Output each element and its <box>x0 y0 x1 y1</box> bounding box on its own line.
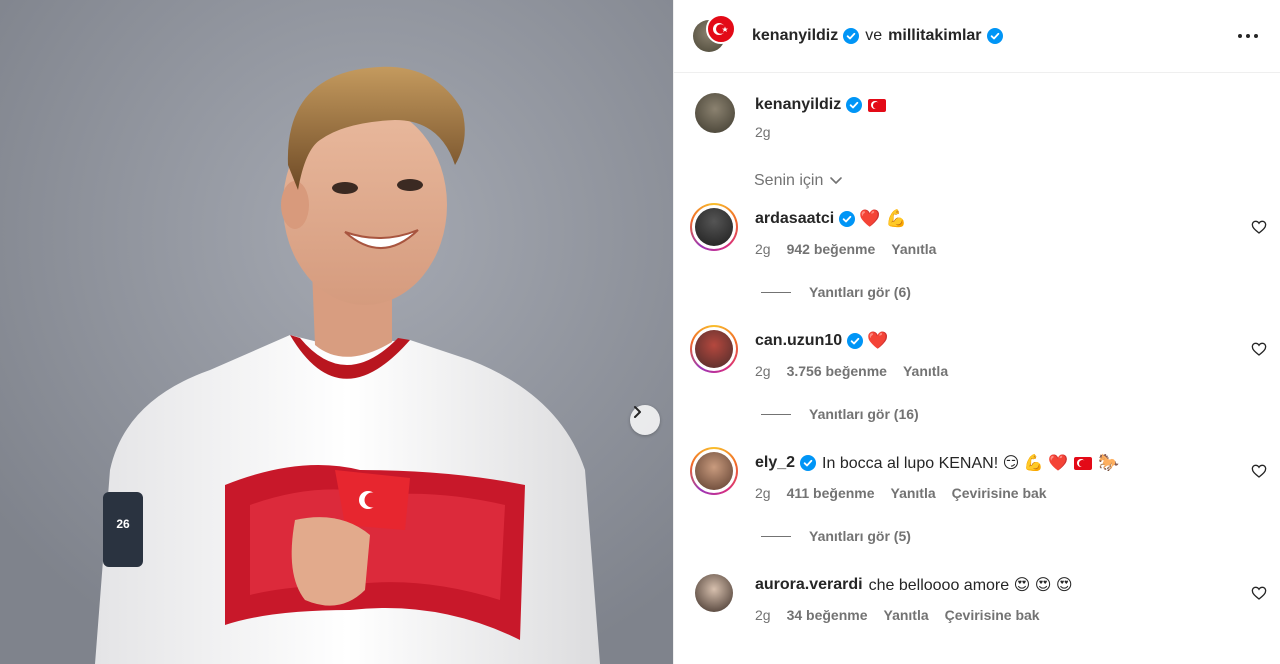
replies-divider <box>761 291 791 293</box>
turkey-flag-icon <box>1074 456 1092 470</box>
see-translation-button[interactable]: Çevirisine bak <box>945 607 1040 623</box>
view-replies-label: Yanıtları gör (5) <box>809 528 911 544</box>
verified-badge-icon <box>800 455 817 471</box>
reply-button[interactable]: Yanıtla <box>884 607 929 623</box>
post-header: kenanyildiz ve millitakimlar <box>674 0 1280 73</box>
header-joiner: ve <box>865 27 883 44</box>
verified-badge-icon <box>846 97 863 113</box>
commenter-avatar[interactable] <box>695 208 733 246</box>
comment-username[interactable]: can.uzun10 <box>755 332 842 350</box>
chevron-down-icon <box>830 177 843 184</box>
comment-username[interactable]: ely_2 <box>755 454 795 472</box>
replies-divider <box>761 535 791 537</box>
verified-badge-icon <box>847 333 864 349</box>
view-replies-button[interactable]: Yanıtları gör (6) <box>761 284 911 300</box>
comment-likes[interactable]: 942 beğenme <box>787 241 876 257</box>
like-heart-icon[interactable] <box>1251 585 1267 601</box>
view-replies-button[interactable]: Yanıtları gör (16) <box>761 406 919 422</box>
collaborator-avatar[interactable] <box>706 14 736 44</box>
header-collaborator-name[interactable]: millitakimlar <box>888 27 981 45</box>
comment-text: ❤️ <box>867 331 889 351</box>
view-replies-label: Yanıtları gör (16) <box>809 406 919 422</box>
like-heart-icon[interactable] <box>1251 219 1267 235</box>
reply-button[interactable]: Yanıtla <box>891 485 936 501</box>
comment-time: 2g <box>755 607 771 623</box>
commenter-avatar[interactable] <box>695 574 733 612</box>
reply-button[interactable]: Yanıtla <box>903 363 948 379</box>
comment-filter-dropdown[interactable]: Senin için <box>754 172 843 190</box>
chevron-right-icon <box>634 406 641 418</box>
verified-badge-icon <box>839 211 856 227</box>
comment-likes[interactable]: 3.756 beğenme <box>787 363 887 379</box>
like-heart-icon[interactable] <box>1251 341 1267 357</box>
view-replies-label: Yanıtları gör (6) <box>809 284 911 300</box>
more-options-button[interactable] <box>1226 24 1270 48</box>
comment-time: 2g <box>755 241 771 257</box>
verified-badge-icon <box>843 28 860 44</box>
commenter-avatar[interactable] <box>695 452 733 490</box>
next-media-button[interactable] <box>630 405 660 435</box>
post-detail-panel: kenanyildiz ve millitakimlar kenanyildiz… <box>673 0 1280 664</box>
header-author-name[interactable]: kenanyildiz <box>752 27 838 45</box>
verified-badge-icon <box>986 28 1003 44</box>
post-media[interactable]: 26 <box>0 0 673 664</box>
comment-text: ❤️ 💪 <box>859 209 907 229</box>
replies-divider <box>761 413 791 415</box>
comment-username[interactable]: ardasaatci <box>755 210 834 228</box>
see-translation-button[interactable]: Çevirisine bak <box>952 485 1047 501</box>
comment-username[interactable]: aurora.verardi <box>755 576 863 594</box>
turkey-flag-icon <box>713 23 728 35</box>
reply-button[interactable]: Yanıtla <box>891 241 936 257</box>
comment-text-tail: 🐎 <box>1098 453 1120 473</box>
like-heart-icon[interactable] <box>1251 463 1267 479</box>
view-replies-button[interactable]: Yanıtları gör (5) <box>761 528 911 544</box>
caption-username[interactable]: kenanyildiz <box>755 96 841 114</box>
comment-likes[interactable]: 34 beğenme <box>787 607 868 623</box>
commenter-avatar[interactable] <box>695 330 733 368</box>
caption-avatar[interactable] <box>695 93 735 133</box>
post-photo: 26 <box>0 0 673 664</box>
comment-text: In bocca al lupo KENAN! 😏 💪 ❤️ <box>822 455 1068 472</box>
caption-time: 2g <box>755 124 771 140</box>
svg-text:26: 26 <box>116 517 130 531</box>
turkey-flag-icon <box>868 98 887 112</box>
comment-likes[interactable]: 411 beğenme <box>787 485 875 501</box>
comment-text: che belloooo amore 😍 😍 😍 <box>868 577 1073 594</box>
filter-label: Senin için <box>754 172 824 189</box>
comment-time: 2g <box>755 363 771 379</box>
more-horizontal-icon <box>1238 34 1258 38</box>
comment-time: 2g <box>755 485 771 501</box>
